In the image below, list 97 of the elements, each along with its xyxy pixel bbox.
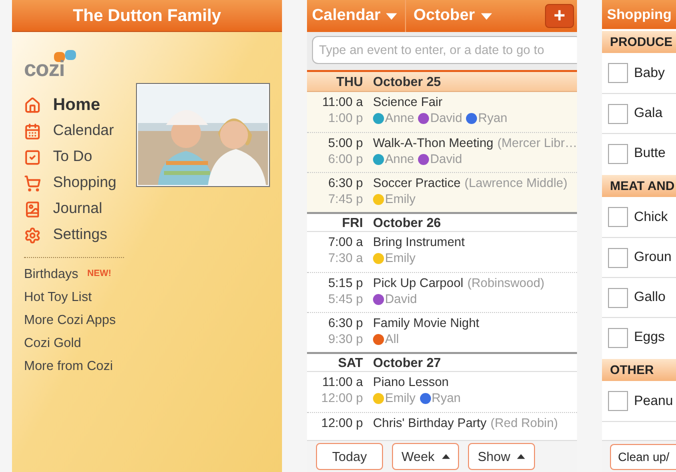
section-title: OTHER	[610, 362, 654, 379]
start-time: 5:15 p	[328, 275, 363, 291]
menu-link[interactable]: Cozi Gold	[24, 332, 82, 352]
event-title: Family Movie Night	[373, 315, 480, 331]
add-button[interactable]: +	[545, 4, 574, 28]
day-date: October 25	[373, 72, 441, 91]
event-location: (Lawrence Middle)	[464, 175, 568, 191]
event-title: Bring Instrument	[373, 234, 465, 250]
event-title: Walk-A-Thon Meeting	[372, 135, 494, 151]
event-location: (Mercer Libr…	[497, 135, 577, 151]
end-time: 6:00 p	[328, 151, 363, 167]
checkbox[interactable]	[608, 104, 628, 124]
event-row[interactable]: 6:30 p 7:45 p Soccer Practice (Lawrence Middle) Emily	[307, 172, 577, 212]
person-name: Emily	[385, 191, 416, 207]
settings-icon	[24, 226, 41, 244]
section-title: MEAT AND	[610, 178, 675, 195]
section-title: PRODUCE	[610, 34, 673, 51]
start-time: 6:30 p	[328, 315, 363, 331]
new-label: NEW!	[87, 266, 112, 280]
day-date: October 26	[373, 214, 441, 232]
person-name: All	[385, 331, 399, 347]
checkbox-icon	[24, 148, 41, 166]
menu-item[interactable]: Calendar	[24, 118, 136, 144]
person-name: Emily	[385, 250, 416, 266]
event-location: (Robinswood)	[467, 275, 544, 291]
caret-down-icon	[480, 12, 492, 20]
item-label: Peanu	[634, 392, 674, 410]
start-time: 11:00 a	[322, 94, 363, 110]
item-label: Gallo	[634, 288, 666, 306]
house-icon	[24, 96, 41, 114]
end-time: 7:30 a	[328, 250, 363, 266]
start-time: 5:00 p	[328, 135, 363, 151]
person-name: Ryan	[478, 110, 508, 126]
item-label: Groun	[634, 248, 672, 266]
event-title: Pick Up Carpool	[373, 275, 464, 291]
menu-item[interactable]: Home	[24, 92, 136, 118]
menu-item[interactable]: To Do	[24, 144, 136, 170]
start-time: 7:00 a	[328, 234, 363, 250]
weekday: THU	[335, 72, 363, 91]
cozi-logo: cozi	[24, 50, 82, 80]
shopping-title: Shopping	[607, 5, 672, 24]
menu-link[interactable]: Hot Toy List	[24, 286, 92, 306]
end-time: 9:30 p	[328, 331, 363, 347]
picture-book-icon	[24, 200, 41, 218]
caret-down-icon	[386, 12, 398, 20]
item-label: Baby	[634, 64, 665, 82]
event-row[interactable]: 11:00 a 1:00 p Science Fair Anne David Ryan	[307, 92, 577, 132]
weekday: SAT	[336, 354, 363, 372]
weekday: FRI	[341, 214, 363, 232]
event-title: Science Fair	[373, 94, 442, 110]
caret-up-icon	[517, 454, 526, 459]
menu-link[interactable]: More Cozi Apps	[24, 310, 116, 330]
checkbox[interactable]	[608, 248, 628, 268]
day-date: October 27	[373, 354, 441, 372]
item-label: Eggs	[634, 328, 665, 346]
item-label: Chick	[634, 208, 668, 226]
person-name: David	[430, 151, 462, 167]
checkbox[interactable]	[608, 207, 628, 227]
end-time: 7:45 p	[328, 191, 363, 207]
checkbox[interactable]	[608, 63, 628, 83]
cart-icon	[24, 174, 41, 192]
checkbox[interactable]	[608, 144, 628, 164]
menu-item[interactable]: Settings	[24, 222, 136, 248]
caret-up-icon	[442, 454, 450, 459]
end-time: 5:45 p	[328, 291, 363, 307]
cleanup-button[interactable]: Clean up/	[610, 444, 676, 470]
event-title: Piano Lesson	[373, 374, 449, 390]
item-label: Gala	[634, 104, 663, 122]
menu-link[interactable]: Birthdays	[24, 264, 78, 284]
menu-link[interactable]: More from Cozi	[24, 356, 113, 376]
toolbar-button[interactable]: Show	[468, 443, 535, 470]
checkbox[interactable]	[608, 288, 628, 308]
item-label: Butte	[634, 144, 666, 162]
person-name: Ryan	[432, 390, 461, 406]
start-time: 6:30 p	[328, 175, 363, 191]
end-time: 12:00 p	[321, 390, 363, 406]
end-time: 1:00 p	[328, 110, 363, 126]
menu-item[interactable]: Journal	[24, 196, 136, 222]
person-name: Anne	[384, 151, 414, 167]
toolbar-button[interactable]: Today	[316, 443, 383, 470]
start-time: 11:00 a	[322, 374, 363, 390]
event-title: Chris' Birthday Party	[373, 415, 487, 431]
person-name: David	[385, 291, 417, 307]
event-location: (Red Robin)	[490, 415, 558, 431]
calendar-icon	[24, 122, 41, 140]
person-name: David	[430, 110, 462, 126]
event-title: Soccer Practice	[373, 175, 461, 191]
start-time: 12:00 p	[321, 415, 363, 431]
menu-item[interactable]: Shopping	[24, 170, 136, 196]
toolbar-button[interactable]: Week	[392, 443, 459, 470]
family-title: The Dutton Family	[72, 4, 222, 27]
search-field[interactable]: Type an event to enter, or a date to go to	[312, 36, 577, 64]
checkbox[interactable]	[608, 391, 628, 411]
checkbox[interactable]	[608, 328, 628, 348]
person-name: Anne	[385, 110, 414, 126]
event-row[interactable]: 5:00 p 6:00 p Walk-A-Thon Meeting (Mercer Libr… Anne David	[307, 132, 577, 172]
person-name: Emily	[385, 390, 416, 406]
